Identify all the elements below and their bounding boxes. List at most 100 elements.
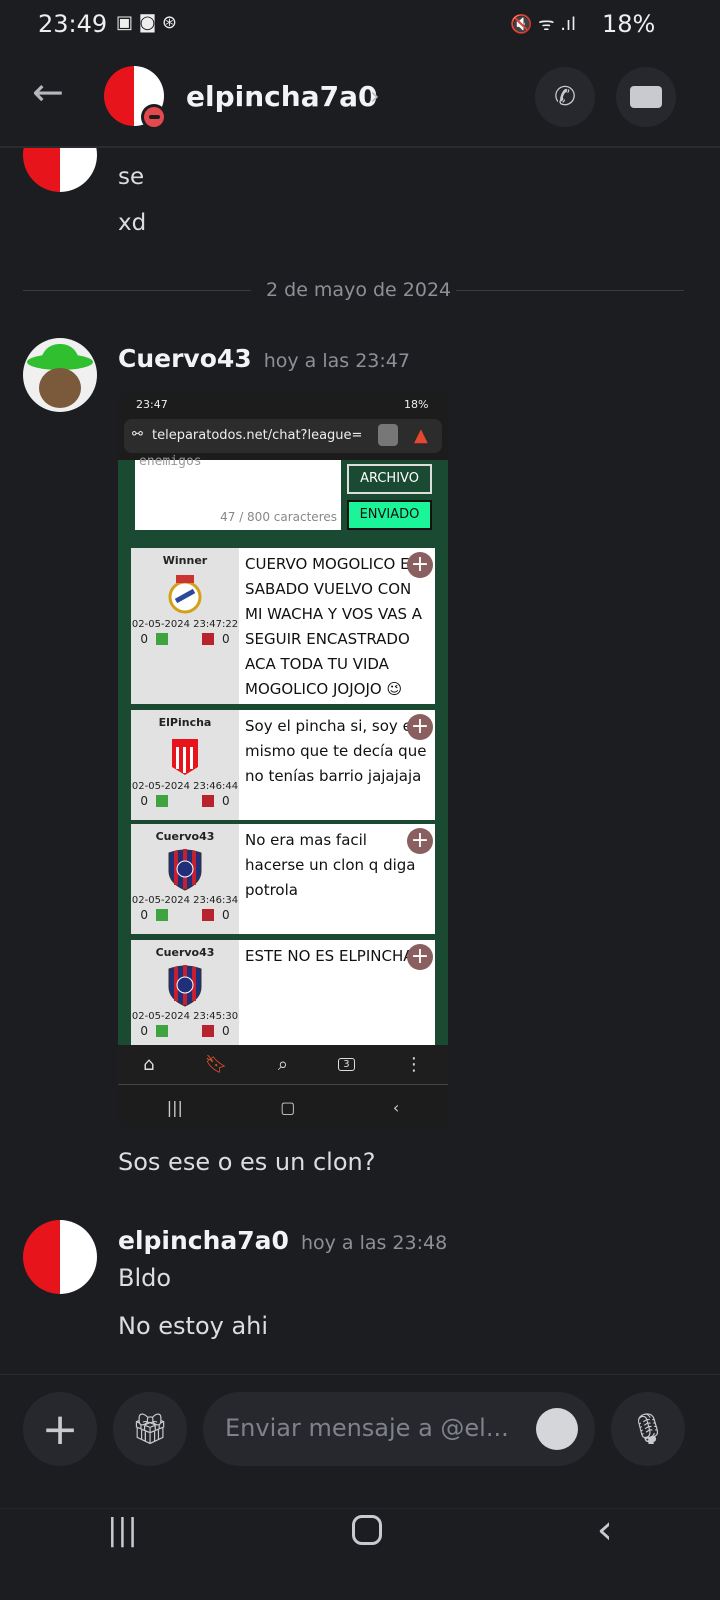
message-text: Sos ese o es un clon? <box>118 1148 376 1176</box>
post-date: 02-05-2024 23:45:30 <box>131 1011 239 1022</box>
thumbs-up-icon[interactable] <box>156 633 168 645</box>
battery-level: 18% <box>602 10 656 38</box>
chat-post: Cuervo43 02-05-2024 23:46:34 0 0 No era mas … <box>131 824 435 934</box>
upvote-count: 0 <box>140 794 148 808</box>
archivo-button[interactable]: ARCHIVO <box>347 464 432 494</box>
inner-status-bar: 23:47 18% <box>118 392 448 420</box>
message-text: se <box>118 164 145 190</box>
brave-shield-icon[interactable] <box>378 424 398 446</box>
message-header: elpincha7a0 hoy a las 23:48 <box>118 1226 447 1255</box>
thumbs-down-icon[interactable] <box>202 633 214 645</box>
input-placeholder: Enviar mensaje a @el... <box>225 1414 509 1442</box>
plus-icon[interactable]: + <box>407 552 433 578</box>
video-camera-icon <box>630 86 662 108</box>
plus-icon[interactable]: + <box>407 828 433 854</box>
post-author-panel: Cuervo43 02-05-2024 23:45:30 0 0 <box>131 940 239 1045</box>
clock: 23:49 <box>38 10 108 38</box>
divider-line <box>23 290 251 291</box>
post-author: ElPincha <box>158 716 212 729</box>
url-bar[interactable]: ⚯ teleparatodos.net/chat?league=co| ▲ <box>124 419 442 453</box>
date-divider: 2 de mayo de 2024 <box>266 279 452 301</box>
inner-clock: 23:47 <box>136 398 168 411</box>
message-text: No estoy ahi <box>118 1312 269 1340</box>
post-author: Cuervo43 <box>155 946 215 959</box>
post-date: 02-05-2024 23:46:44 <box>131 781 239 792</box>
post-author-panel: Winner 02-05-2024 23:47:22 0 0 <box>131 548 239 704</box>
avatar-cuervo43[interactable] <box>23 338 97 412</box>
home-button[interactable] <box>352 1515 383 1545</box>
recents-icon: ||| <box>166 1097 183 1117</box>
thumbs-up-icon[interactable] <box>156 795 168 807</box>
thumbs-up-icon[interactable] <box>156 909 168 921</box>
club-crest-icon <box>168 965 202 1007</box>
thumbs-down-icon[interactable] <box>202 795 214 807</box>
voice-message-button[interactable]: 🎙︎ <box>611 1392 685 1466</box>
system-nav-bar: ||| ‹ <box>0 1500 720 1560</box>
upvote-count: 0 <box>140 1024 148 1038</box>
status-bar: 23:49 ▣ ◙ ⊛ 🔇 ᯤ .ıl 18% <box>0 0 720 50</box>
thumbs-down-icon[interactable] <box>202 909 214 921</box>
timestamp: hoy a las 23:47 <box>263 350 410 372</box>
message-header: Cuervo43 hoy a las 23:47 <box>118 344 410 373</box>
chat-post: Cuervo43 02-05-2024 23:45:30 0 0 ESTE NO ES … <box>131 940 435 1045</box>
back-arrow-icon[interactable]: ← <box>32 70 64 114</box>
thumbs-up-icon[interactable] <box>156 1025 168 1037</box>
dm-header: ← elpincha7a0 › ✆ <box>0 50 720 148</box>
home-circle-icon: ▢ <box>280 1097 296 1117</box>
downvote-count: 0 <box>222 794 230 808</box>
downvote-count: 0 <box>222 1024 230 1038</box>
browser-toolbar: ⌂ 🔖︎ ⌕ 3 ⋮ <box>118 1045 448 1085</box>
image-attachment[interactable]: 23:47 18% ⚯ teleparatodos.net/chat?leagu… <box>118 392 448 1128</box>
plus-icon: + <box>41 1403 79 1455</box>
home-icon[interactable]: ⌂ <box>143 1054 154 1075</box>
microphone-icon: 🎙︎ <box>628 1411 668 1447</box>
emoji-icon[interactable] <box>536 1408 578 1450</box>
url-text: teleparatodos.net/chat?league=co| <box>152 428 362 443</box>
voice-call-button[interactable]: ✆ <box>535 67 595 127</box>
timestamp: hoy a las 23:48 <box>300 1232 448 1254</box>
post-text: Soy el pincha si, soy el mismo que te de… <box>245 717 427 785</box>
author-name[interactable]: Cuervo43 <box>118 344 252 373</box>
attach-button[interactable]: + <box>23 1392 97 1466</box>
chevron-right-icon[interactable]: › <box>370 82 380 110</box>
back-button[interactable]: ‹ <box>597 1507 613 1553</box>
downvote-count: 0 <box>222 908 230 922</box>
downvote-count: 0 <box>222 632 230 646</box>
divider-line <box>456 290 684 291</box>
post-author: Winner <box>162 554 208 567</box>
avatar[interactable] <box>23 1220 97 1294</box>
char-count: 47 / 800 caracteres <box>220 510 337 524</box>
gift-button[interactable]: 🎁︎ <box>113 1392 187 1466</box>
post-author: Cuervo43 <box>155 830 215 843</box>
textarea-text: enemigos <box>139 454 202 469</box>
chat-post: ElPincha 02-05-2024 23:46:44 0 0 Soy el pinc… <box>131 710 435 820</box>
post-author-panel: Cuervo43 02-05-2024 23:46:34 0 0 <box>131 824 239 934</box>
video-call-button[interactable] <box>616 67 676 127</box>
club-crest-icon <box>168 575 202 614</box>
plus-icon[interactable]: + <box>407 944 433 970</box>
message-input[interactable]: Enviar mensaje a @el... <box>203 1392 595 1466</box>
plus-icon[interactable]: + <box>407 714 433 740</box>
club-crest-icon <box>172 739 198 775</box>
bookmark-icon[interactable]: 🔖︎ <box>205 1054 228 1075</box>
chat-post: Winner 02-05-2024 23:47:22 0 0 CUERVO MOGOLI… <box>131 548 435 704</box>
upvote-count: 0 <box>140 908 148 922</box>
post-text: No era mas facil hacerse un clon q diga … <box>245 831 416 899</box>
enviado-button[interactable]: ENVIADO <box>347 500 432 530</box>
dnd-status-icon <box>141 104 167 130</box>
post-date: 02-05-2024 23:46:34 <box>131 895 239 906</box>
brave-rewards-icon[interactable]: ▲ <box>414 425 428 446</box>
message-textarea[interactable]: enemigos 47 / 800 caracteres <box>135 454 341 530</box>
author-name[interactable]: elpincha7a0 <box>118 1226 289 1255</box>
inner-battery: 18% <box>404 398 429 411</box>
more-menu-icon[interactable]: ⋮ <box>405 1054 423 1075</box>
message-text: Bldo <box>118 1264 172 1292</box>
thumbs-down-icon[interactable] <box>202 1025 214 1037</box>
notification-icons: ▣ ◙ ⊛ <box>116 12 177 33</box>
recents-button[interactable]: ||| <box>107 1513 137 1548</box>
message-text: xd <box>118 210 147 236</box>
tabs-button[interactable]: 3 <box>338 1058 355 1071</box>
header-username[interactable]: elpincha7a0 <box>186 80 377 113</box>
post-text: ESTE NO ES ELPINCHA <box>245 947 414 965</box>
search-icon[interactable]: ⌕ <box>278 1054 288 1075</box>
